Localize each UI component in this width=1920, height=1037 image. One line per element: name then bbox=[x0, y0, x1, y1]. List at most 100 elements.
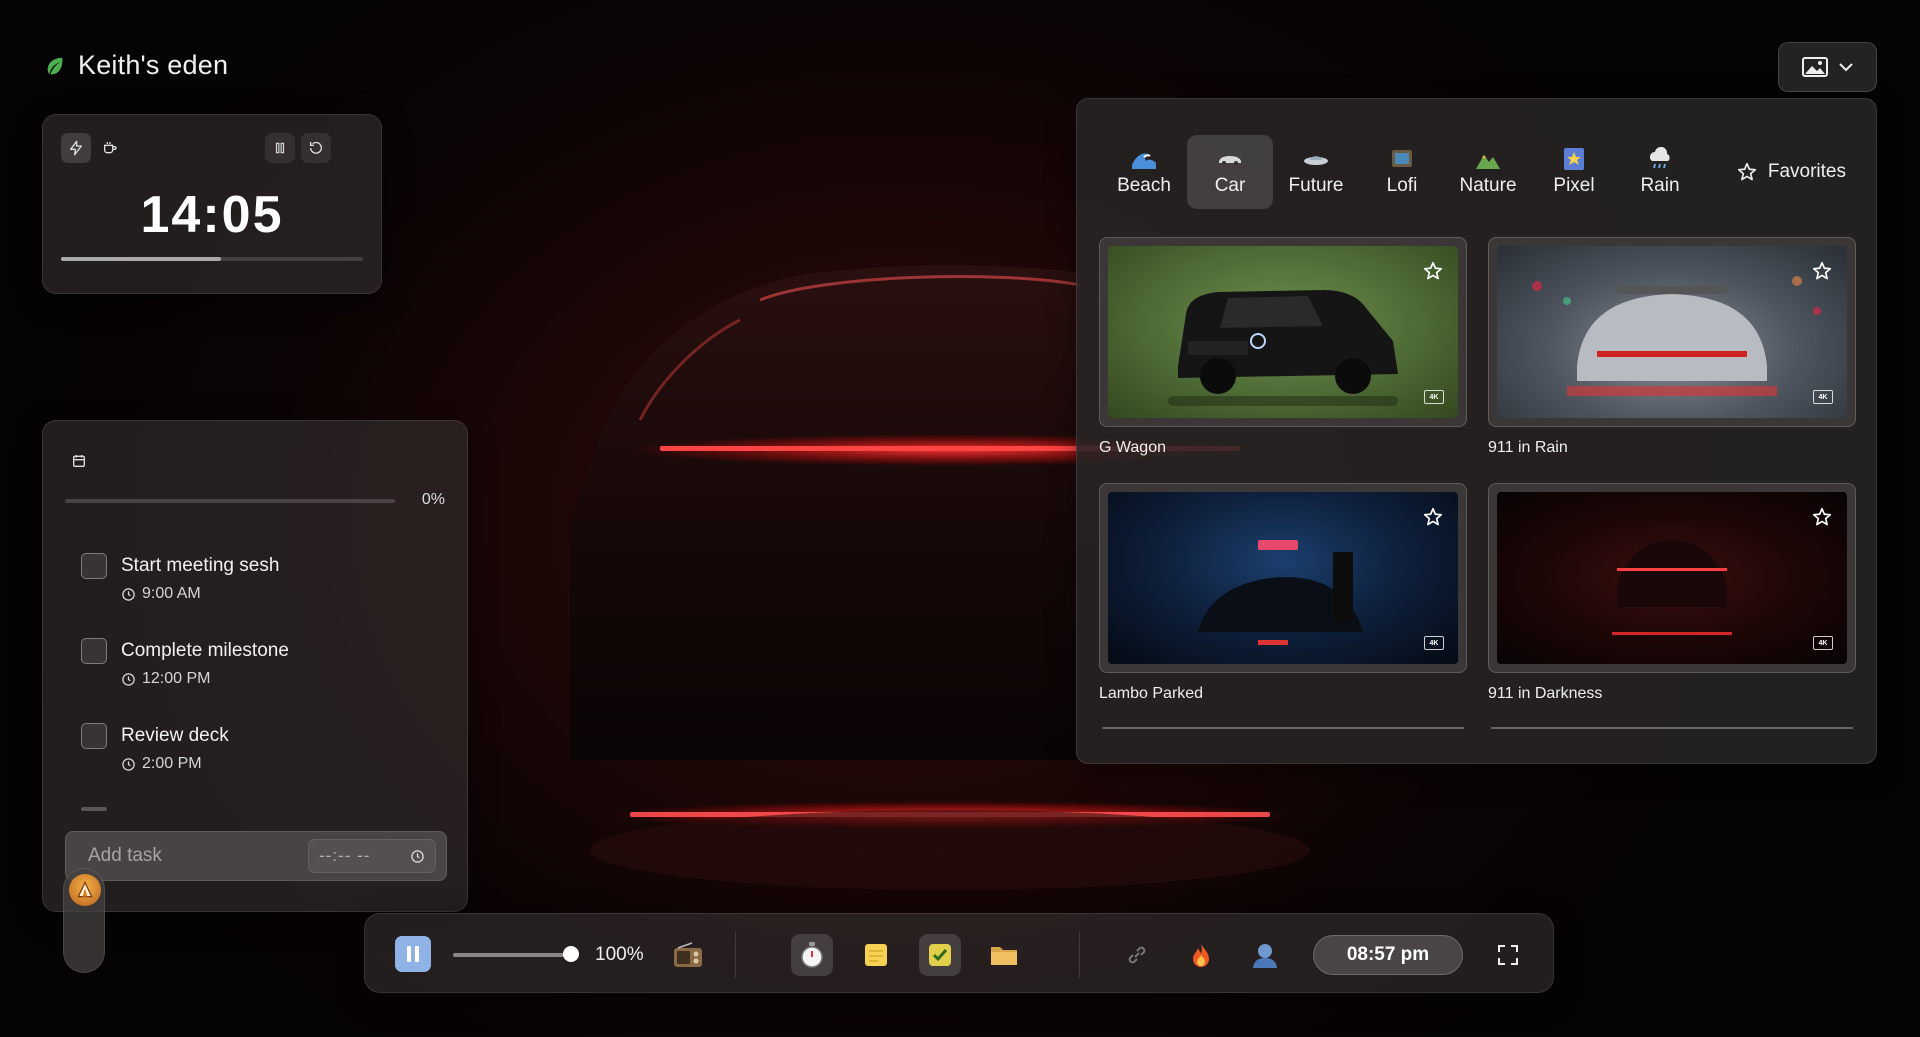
wallpaper-title: 911 in Rain bbox=[1488, 439, 1568, 456]
tab-rain[interactable]: Rain bbox=[1617, 135, 1703, 209]
clock-icon bbox=[122, 672, 135, 686]
wallpaper-thumbnail[interactable]: 4K bbox=[1488, 483, 1856, 673]
tab-beach[interactable]: Beach bbox=[1101, 135, 1187, 209]
toolbar-divider bbox=[735, 932, 736, 978]
break-mode-button[interactable] bbox=[95, 133, 125, 163]
notes-tool-button[interactable] bbox=[855, 934, 897, 976]
volume-slider-fill bbox=[453, 953, 573, 957]
brand: Keith's eden bbox=[44, 50, 228, 81]
fullscreen-button[interactable] bbox=[1487, 934, 1529, 976]
mountain-icon bbox=[1476, 155, 1500, 169]
task-checkbox[interactable] bbox=[81, 638, 107, 664]
volume-slider[interactable] bbox=[453, 953, 573, 957]
rain-cloud-icon bbox=[1650, 147, 1670, 169]
task-checkbox[interactable] bbox=[81, 553, 107, 579]
favorite-star-icon[interactable] bbox=[1811, 260, 1833, 282]
app-title: Keith's eden bbox=[78, 50, 229, 80]
car-icon bbox=[1219, 156, 1241, 165]
leaf-icon bbox=[47, 57, 63, 74]
tab-pixel[interactable]: Pixel bbox=[1531, 135, 1617, 209]
clock-icon bbox=[122, 587, 135, 601]
tab-lofi[interactable]: Lofi bbox=[1359, 135, 1445, 209]
timer-time: 14:05 bbox=[140, 186, 284, 244]
wallpaper-selector-button[interactable] bbox=[1778, 42, 1877, 92]
favorites-tab[interactable]: Favorites bbox=[1736, 161, 1846, 183]
star-outline-icon bbox=[1737, 162, 1756, 181]
wallpaper-gallery: Beach Car Future Lofi Nature Pixel Rain … bbox=[1076, 98, 1877, 764]
wallpaper-thumbnail[interactable]: 4K bbox=[1099, 237, 1467, 427]
next-row-edge bbox=[1102, 727, 1464, 729]
reset-timer-button[interactable] bbox=[301, 133, 331, 163]
profile-button[interactable] bbox=[1244, 934, 1286, 976]
stopwatch-icon bbox=[801, 942, 823, 968]
task-checkbox[interactable] bbox=[81, 723, 107, 749]
side-drawer-handle[interactable] bbox=[63, 868, 105, 973]
4k-badge: 4K bbox=[1424, 636, 1444, 650]
lightning-icon bbox=[70, 140, 82, 156]
tab-nature[interactable]: Nature bbox=[1445, 135, 1531, 209]
tab-car[interactable]: Car bbox=[1187, 135, 1273, 209]
tv-icon bbox=[1392, 150, 1412, 167]
link-tool-button[interactable] bbox=[1116, 934, 1158, 976]
wallpaper-card[interactable]: 4K Lambo Parked bbox=[1099, 483, 1467, 703]
task-title: Review deck bbox=[121, 725, 229, 746]
ufo-icon bbox=[1304, 156, 1328, 165]
clock-display[interactable]: 08:57 pm bbox=[1313, 935, 1463, 975]
time-placeholder: --:-- -- bbox=[319, 846, 371, 865]
task-title: Start meeting sesh bbox=[121, 555, 280, 576]
favorite-star-icon[interactable] bbox=[1422, 506, 1444, 528]
911-darkness-image bbox=[1612, 540, 1732, 635]
lambo-parked-image bbox=[1198, 540, 1363, 645]
reset-icon bbox=[310, 141, 322, 154]
add-task-input[interactable] bbox=[66, 832, 306, 880]
wave-icon bbox=[1132, 153, 1156, 169]
tasks-progress-bar bbox=[65, 499, 395, 503]
wallpaper-thumbnail[interactable]: 4K bbox=[1488, 237, 1856, 427]
focus-mode-button[interactable] bbox=[61, 133, 91, 163]
favorite-star-icon[interactable] bbox=[1811, 506, 1833, 528]
tasks-widget: 0% Start meeting sesh 9:00 AM Complete m… bbox=[42, 420, 468, 912]
volume-label: 100% bbox=[595, 944, 644, 965]
clock-icon bbox=[122, 757, 135, 771]
calendar-icon[interactable] bbox=[71, 453, 87, 469]
g-wagon-image bbox=[1168, 290, 1398, 406]
play-pause-button[interactable] bbox=[395, 936, 431, 972]
volume-slider-knob[interactable] bbox=[563, 946, 579, 962]
4k-badge: 4K bbox=[1813, 636, 1833, 650]
pause-icon bbox=[275, 142, 285, 154]
timer-tool-button[interactable] bbox=[791, 934, 833, 976]
files-tool-button[interactable] bbox=[983, 934, 1025, 976]
clock-icon bbox=[411, 849, 424, 863]
campfire-icon bbox=[69, 874, 101, 906]
next-row-edge bbox=[1491, 727, 1853, 729]
task-time-input[interactable]: --:-- -- bbox=[308, 839, 436, 873]
911-rain-image bbox=[1532, 276, 1821, 396]
favorite-star-icon[interactable] bbox=[1422, 260, 1444, 282]
fire-icon bbox=[1193, 943, 1209, 967]
pause-timer-button[interactable] bbox=[265, 133, 295, 163]
radio-button[interactable] bbox=[667, 934, 709, 976]
wallpaper-thumbnail[interactable]: 4K bbox=[1099, 483, 1467, 673]
timer-progress-bar bbox=[61, 257, 363, 261]
wallpaper-card[interactable]: 4K 911 in Darkness bbox=[1488, 483, 1856, 703]
folder-icon bbox=[991, 947, 1017, 965]
tasks-tool-button[interactable] bbox=[919, 934, 961, 976]
add-task-bar: --:-- -- bbox=[65, 831, 447, 881]
task-item-partial bbox=[81, 807, 107, 811]
pixel-star-icon bbox=[1564, 148, 1584, 170]
link-icon bbox=[1128, 946, 1146, 964]
wallpaper-title: Lambo Parked bbox=[1099, 685, 1204, 702]
wallpaper-card[interactable]: 4K G Wagon bbox=[1099, 237, 1467, 457]
coffee-cup-icon bbox=[104, 142, 117, 154]
radio-icon bbox=[674, 942, 702, 967]
checkmark-icon bbox=[929, 944, 951, 966]
pomodoro-timer-widget: 14:05 bbox=[42, 114, 382, 294]
wallpaper-card[interactable]: 4K 911 in Rain bbox=[1488, 237, 1856, 457]
wallpaper-title: 911 in Darkness bbox=[1488, 685, 1603, 702]
4k-badge: 4K bbox=[1424, 390, 1444, 404]
bottom-toolbar: 100% 08:57 pm bbox=[364, 913, 1554, 993]
streak-tool-button[interactable] bbox=[1180, 934, 1222, 976]
tab-future[interactable]: Future bbox=[1273, 135, 1359, 209]
toolbar-divider bbox=[1079, 932, 1080, 978]
user-icon bbox=[1253, 944, 1277, 968]
